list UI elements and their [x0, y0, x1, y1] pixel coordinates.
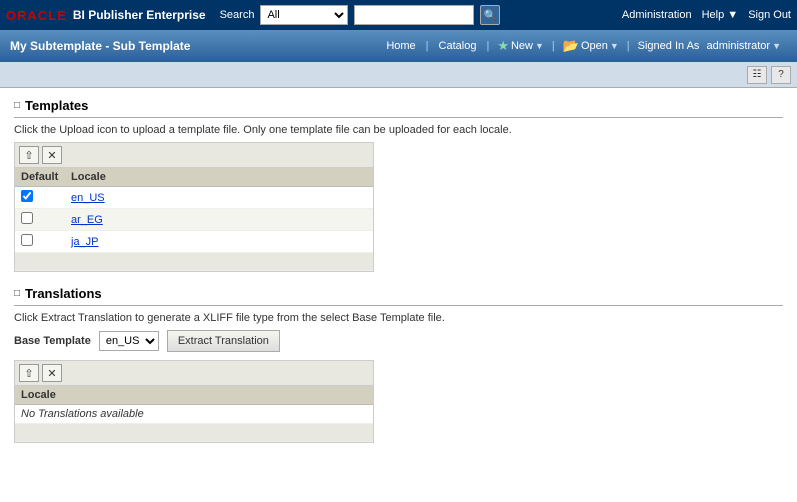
signedin-chevron-icon: ▼ — [772, 41, 781, 51]
translations-table: Locale No Translations available — [15, 386, 373, 442]
translations-section: □ Translations Click Extract Translation… — [14, 286, 783, 443]
base-template-select[interactable]: en_US ar_EG ja_JP — [99, 331, 159, 351]
upload-translation-button[interactable]: ⇧ — [19, 364, 39, 382]
translations-section-title: Translations — [25, 286, 102, 301]
folder-icon: 📂 — [563, 38, 579, 54]
help-link[interactable]: Help ▼ — [702, 9, 739, 21]
layout-button[interactable]: ☷ — [747, 66, 767, 84]
locale-link-1[interactable]: ar_EG — [71, 214, 103, 226]
templates-footer-row — [15, 253, 373, 271]
col-locale-header: Locale — [65, 168, 373, 187]
main-content: □ Templates Click the Upload icon to upl… — [0, 88, 797, 502]
locale-cell-1: ar_EG — [65, 209, 373, 231]
locale-link-0[interactable]: en_US — [71, 192, 105, 204]
search-label: Search — [220, 9, 255, 21]
nav-links: Home | Catalog | ★ New ▼ | 📂 Open ▼ | Si… — [378, 34, 787, 58]
templates-table: Default Locale en_US ar_EG — [15, 168, 373, 271]
home-link[interactable]: Home — [378, 36, 423, 56]
translations-table-toolbar: ⇧ ✕ — [15, 361, 373, 386]
col-locale-trans-header: Locale — [15, 386, 373, 405]
toolbar-bar: ☷ ? — [0, 62, 797, 88]
oracle-logo-text: ORACLE — [6, 8, 67, 23]
templates-section-title: Templates — [25, 98, 88, 113]
signed-in-dropdown[interactable]: Signed In As administrator ▼ — [632, 36, 787, 56]
templates-collapse-icon[interactable]: □ — [14, 100, 20, 111]
open-dropdown[interactable]: 📂 Open ▼ — [557, 34, 625, 58]
translations-collapse-icon[interactable]: □ — [14, 288, 20, 299]
templates-table-toolbar: ⇧ ✕ — [15, 143, 373, 168]
table-row: ja_JP — [15, 231, 373, 253]
table-row: en_US — [15, 187, 373, 209]
default-checkbox-1[interactable] — [21, 212, 33, 224]
delete-template-button[interactable]: ✕ — [42, 146, 62, 164]
locale-cell-2: ja_JP — [65, 231, 373, 253]
templates-section-header: □ Templates — [14, 98, 783, 113]
default-cell-1 — [15, 209, 65, 231]
translations-description: Click Extract Translation to generate a … — [14, 312, 783, 324]
translations-footer-row — [15, 424, 373, 442]
base-template-row: Base Template en_US ar_EG ja_JP Extract … — [14, 330, 783, 352]
new-icon: ★ — [497, 38, 509, 54]
translations-table-container: ⇧ ✕ Locale No Translations available — [14, 360, 374, 443]
translations-section-header: □ Translations — [14, 286, 783, 301]
help-toolbar-button[interactable]: ? — [771, 66, 791, 84]
table-row: ar_EG — [15, 209, 373, 231]
top-bar: ORACLE BI Publisher Enterprise Search Al… — [0, 0, 797, 30]
default-checkbox-0[interactable] — [21, 190, 33, 202]
signout-link[interactable]: Sign Out — [748, 9, 791, 21]
templates-table-container: ⇧ ✕ Default Locale en_US — [14, 142, 374, 272]
default-cell-0 — [15, 187, 65, 209]
oracle-logo: ORACLE — [6, 8, 67, 23]
catalog-link[interactable]: Catalog — [431, 36, 485, 56]
administration-link[interactable]: Administration — [622, 9, 692, 21]
delete-translation-button[interactable]: ✕ — [42, 364, 62, 382]
templates-section: □ Templates Click the Upload icon to upl… — [14, 98, 783, 272]
col-default-header: Default — [15, 168, 65, 187]
upload-button[interactable]: ⇧ — [19, 146, 39, 164]
extract-translation-button[interactable]: Extract Translation — [167, 330, 280, 352]
bi-publisher-title: BI Publisher Enterprise — [73, 8, 206, 22]
new-dropdown[interactable]: ★ New ▼ — [491, 34, 550, 58]
locale-link-2[interactable]: ja_JP — [71, 236, 99, 248]
translations-divider — [14, 305, 783, 306]
base-template-label: Base Template — [14, 335, 91, 347]
search-button[interactable]: 🔍 — [480, 5, 500, 25]
no-translations-message: No Translations available — [15, 405, 373, 424]
templates-divider — [14, 117, 783, 118]
templates-description: Click the Upload icon to upload a templa… — [14, 124, 783, 136]
search-input[interactable] — [354, 5, 474, 25]
page-title: My Subtemplate - Sub Template — [10, 39, 378, 53]
nav-bar: My Subtemplate - Sub Template Home | Cat… — [0, 30, 797, 62]
default-checkbox-2[interactable] — [21, 234, 33, 246]
default-cell-2 — [15, 231, 65, 253]
search-scope-select[interactable]: All Reports Data Models Shared — [260, 5, 348, 25]
top-bar-right: Administration Help ▼ Sign Out — [622, 9, 791, 21]
locale-cell-0: en_US — [65, 187, 373, 209]
new-chevron-icon: ▼ — [535, 41, 544, 51]
no-translations-row: No Translations available — [15, 405, 373, 424]
open-chevron-icon: ▼ — [610, 41, 619, 51]
